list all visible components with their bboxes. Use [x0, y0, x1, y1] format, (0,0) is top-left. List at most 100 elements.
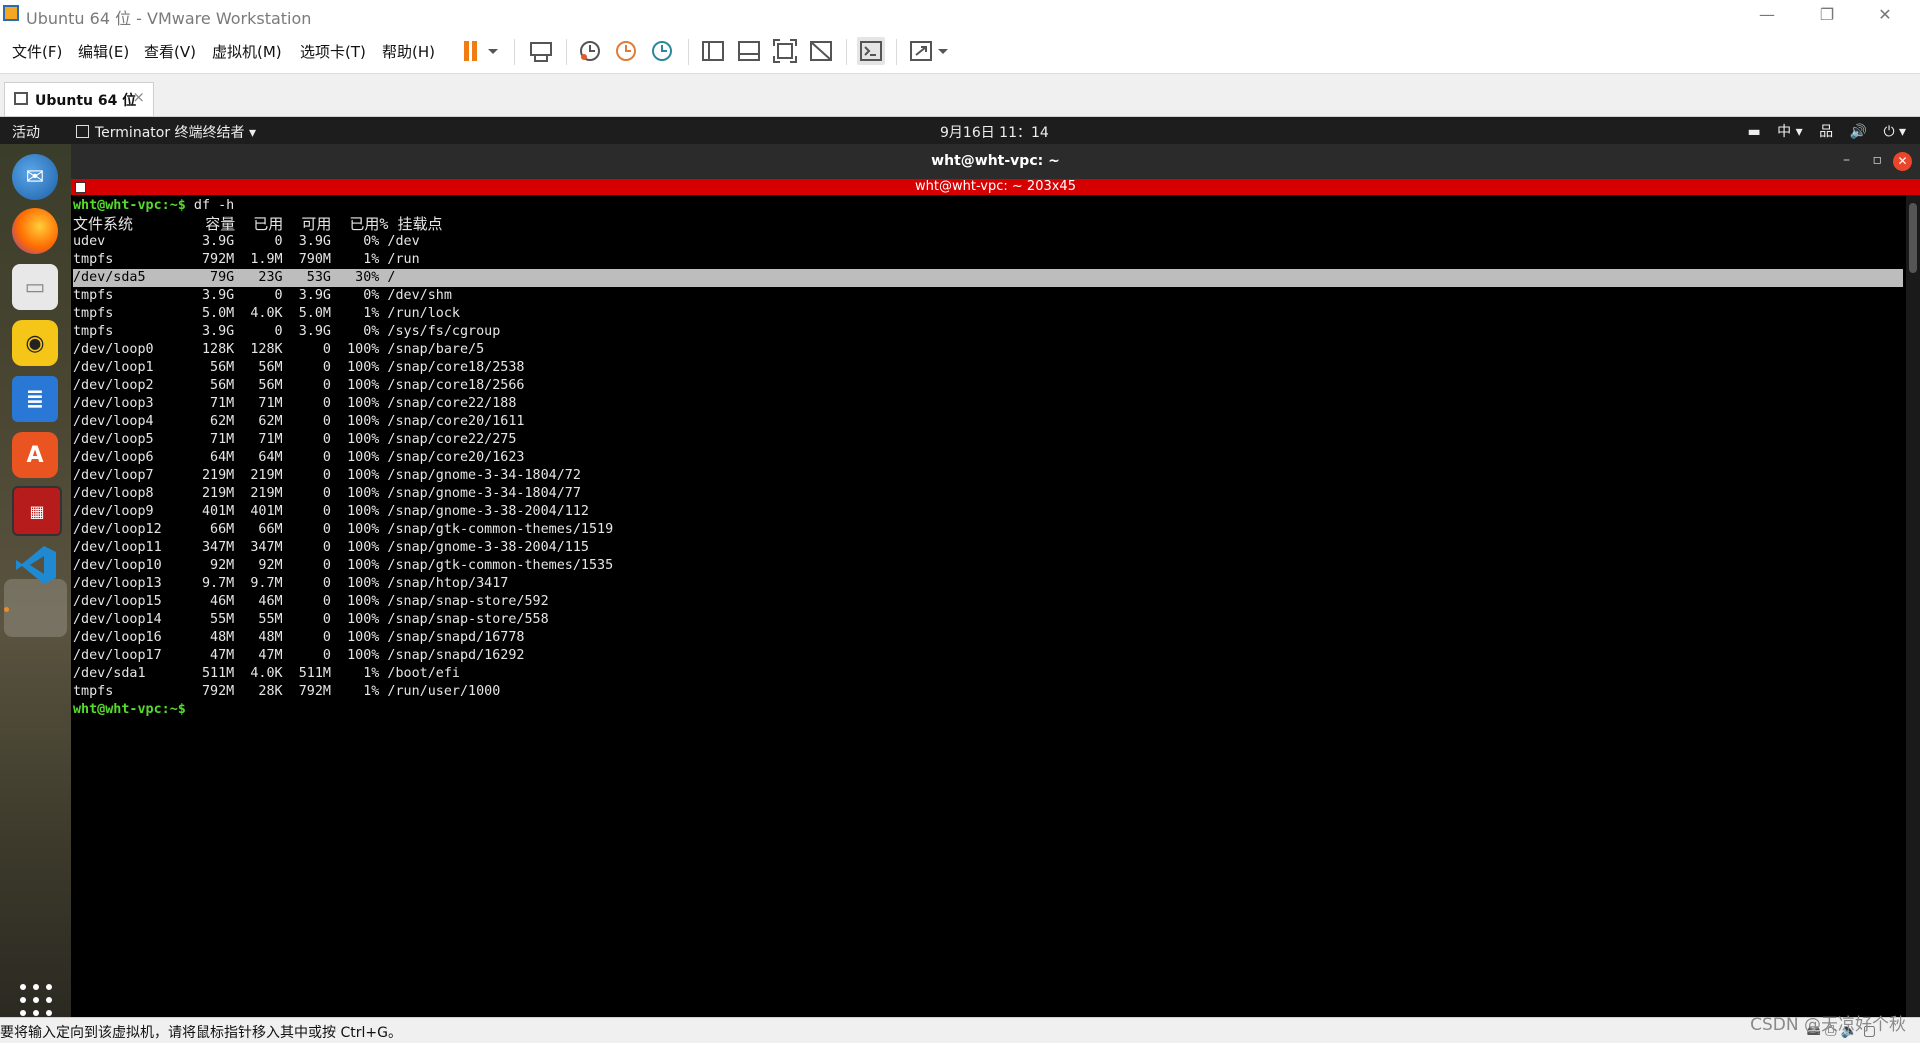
firefox-icon[interactable]: [12, 208, 58, 254]
terminal-output[interactable]: wht@wht-vpc:~$ df -h 文件系统 容量 已用 可用 已用% 挂载…: [73, 197, 1903, 1017]
df-row: /dev/loop11 347M 347M 0 100% /snap/gnome…: [73, 539, 1903, 557]
df-row-text: /dev/sda1 511M 4.0K 511M 1% /boot/efi: [73, 666, 460, 681]
terminal-close-button[interactable]: ✕: [1893, 152, 1912, 171]
df-row-text: tmpfs 5.0M 4.0K 5.0M 1% /run/lock: [73, 306, 460, 321]
snapshot-icon[interactable]: [576, 37, 604, 65]
df-row: /dev/loop16 48M 48M 0 100% /snap/snapd/1…: [73, 629, 1903, 647]
df-row-text: /dev/loop0 128K 128K 0 100% /snap/bare/5: [73, 342, 485, 357]
df-row: /dev/loop13 9.7M 9.7M 0 100% /snap/htop/…: [73, 575, 1903, 593]
df-row: /dev/loop5 71M 71M 0 100% /snap/core22/2…: [73, 431, 1903, 449]
clock[interactable]: 9月16日 11：14: [940, 122, 1049, 142]
df-row: /dev/loop3 71M 71M 0 100% /snap/core22/1…: [73, 395, 1903, 413]
fullscreen-icon[interactable]: [771, 37, 799, 65]
terminator-window[interactable]: wht@wht-vpc: ~ – ▫ ✕ wht@wht-vpc: ~ 203x…: [71, 144, 1920, 1017]
guest-display[interactable]: 活动 Terminator 终端终结者 ▾ 9月16日 11：14 ▬ 中 ▾ …: [0, 117, 1920, 1017]
df-row: /dev/loop2 56M 56M 0 100% /snap/core18/2…: [73, 377, 1903, 395]
df-row-text: /dev/loop11 347M 347M 0 100% /snap/gnome…: [73, 540, 589, 555]
tab-close-icon[interactable]: ×: [132, 88, 145, 106]
network-icon[interactable]: 品: [1819, 124, 1833, 140]
df-row-text: /dev/loop12 66M 66M 0 100% /snap/gtk-com…: [73, 522, 614, 537]
revert-snapshot-icon[interactable]: [612, 37, 640, 65]
vm-icon: [14, 92, 28, 105]
restore-button[interactable]: ❐: [1804, 0, 1850, 29]
menu-help[interactable]: 帮助(H): [382, 41, 435, 62]
df-row-text: /dev/loop15 46M 46M 0 100% /snap/snap-st…: [73, 594, 549, 609]
menu-tabs[interactable]: 选项卡(T): [300, 41, 366, 62]
shell-prompt: wht@wht-vpc:~$: [73, 702, 186, 717]
df-row-text: /dev/loop1 56M 56M 0 100% /snap/core18/2…: [73, 360, 525, 375]
df-row-text: /dev/loop6 64M 64M 0 100% /snap/core20/1…: [73, 450, 525, 465]
vmware-logo-icon: [3, 5, 19, 21]
status-message: 要将输入定向到该虚拟机，请将鼠标指针移入其中或按 Ctrl+G。: [0, 1025, 402, 1041]
shell-prompt: wht@wht-vpc:~$: [73, 198, 186, 213]
software-center-icon[interactable]: A: [12, 432, 58, 478]
vm-tabstrip: Ubuntu 64 位 ×: [0, 74, 1920, 117]
send-ctrl-alt-del-icon[interactable]: [527, 37, 555, 65]
final-prompt-line: wht@wht-vpc:~$: [73, 701, 1903, 719]
snapshot-manager-icon[interactable]: [648, 37, 676, 65]
menu-file[interactable]: 文件(F): [12, 41, 62, 62]
pause-icon[interactable]: [460, 37, 500, 65]
terminal-scrollbar[interactable]: [1906, 195, 1920, 1017]
running-indicator: [4, 607, 9, 612]
writer-icon[interactable]: ≣: [12, 376, 58, 422]
input-method-indicator[interactable]: 中 ▾: [1777, 124, 1802, 140]
df-row-text: /dev/loop5 71M 71M 0 100% /snap/core22/2…: [73, 432, 517, 447]
show-apps-grid-icon[interactable]: [20, 984, 52, 1016]
df-row: /dev/loop15 46M 46M 0 100% /snap/snap-st…: [73, 593, 1903, 611]
df-row-text: /dev/loop10 92M 92M 0 100% /snap/gtk-com…: [73, 558, 614, 573]
df-row: /dev/sda1 511M 4.0K 511M 1% /boot/efi: [73, 665, 1903, 683]
menu-toolbar: 文件(F) 编辑(E) 查看(V) 虚拟机(M) 选项卡(T) 帮助(H): [0, 29, 1920, 74]
df-row-text: /dev/loop13 9.7M 9.7M 0 100% /snap/htop/…: [73, 576, 509, 591]
scrollbar-thumb[interactable]: [1909, 203, 1917, 273]
keyboard-icon[interactable]: ▬: [1747, 124, 1760, 140]
window-title: Ubuntu 64 位 - VMware Workstation: [26, 9, 312, 28]
df-row: /dev/loop8 219M 219M 0 100% /snap/gnome-…: [73, 485, 1903, 503]
vscode-icon[interactable]: [12, 542, 58, 588]
thumbnail-bar-icon[interactable]: [735, 37, 763, 65]
stretch-icon[interactable]: [907, 37, 951, 65]
system-tray[interactable]: ▬ 中 ▾ 品 🔊 ⏻ ▾: [1735, 121, 1906, 141]
df-row: /dev/loop17 47M 47M 0 100% /snap/snapd/1…: [73, 647, 1903, 665]
thunderbird-icon[interactable]: ✉: [12, 154, 58, 200]
console-view-icon[interactable]: [857, 37, 885, 65]
volume-icon[interactable]: 🔊: [1850, 124, 1867, 140]
df-row-text: tmpfs 3.9G 0 3.9G 0% /sys/fs/cgroup: [73, 324, 501, 339]
terminal-tab-title: wht@wht-vpc: ~ 203x45: [915, 179, 1076, 194]
df-row: /dev/loop9 401M 401M 0 100% /snap/gnome-…: [73, 503, 1903, 521]
df-row: tmpfs 3.9G 0 3.9G 0% /sys/fs/cgroup: [73, 323, 1903, 341]
close-button[interactable]: ✕: [1862, 0, 1908, 29]
df-row: /dev/loop4 62M 62M 0 100% /snap/core20/1…: [73, 413, 1903, 431]
df-row-text: /dev/loop16 48M 48M 0 100% /snap/snapd/1…: [73, 630, 525, 645]
app-menu[interactable]: Terminator 终端终结者 ▾: [76, 122, 256, 142]
minimize-button[interactable]: —: [1744, 0, 1790, 29]
terminal-maximize-button[interactable]: ▫: [1873, 152, 1883, 168]
unity-icon[interactable]: [807, 37, 835, 65]
df-row-text: /dev/loop3 71M 71M 0 100% /snap/core22/1…: [73, 396, 517, 411]
app-menu-label: Terminator 终端终结者 ▾: [95, 125, 257, 141]
menu-edit[interactable]: 编辑(E): [78, 41, 129, 62]
sidebar-icon[interactable]: [699, 37, 727, 65]
df-header-row: 文件系统 容量 已用 可用 已用% 挂载点: [73, 215, 1903, 233]
df-row: /dev/loop14 55M 55M 0 100% /snap/snap-st…: [73, 611, 1903, 629]
df-row: /dev/loop10 92M 92M 0 100% /snap/gtk-com…: [73, 557, 1903, 575]
menu-vm[interactable]: 虚拟机(M): [212, 41, 282, 62]
rhythmbox-icon[interactable]: ◉: [12, 320, 58, 366]
df-row-text: /dev/loop14 55M 55M 0 100% /snap/snap-st…: [73, 612, 549, 627]
df-row: /dev/loop7 219M 219M 0 100% /snap/gnome-…: [73, 467, 1903, 485]
df-row-text: /dev/loop4 62M 62M 0 100% /snap/core20/1…: [73, 414, 525, 429]
files-icon[interactable]: ▭: [12, 264, 58, 310]
df-row-text: /dev/sda5 79G 23G 53G 30% /: [73, 270, 396, 285]
command-text: df -h: [185, 198, 235, 213]
df-row-text: /dev/loop9 401M 401M 0 100% /snap/gnome-…: [73, 504, 589, 519]
power-icon[interactable]: ⏻ ▾: [1883, 124, 1906, 140]
command-line: wht@wht-vpc:~$ df -h: [73, 197, 1903, 215]
terminal-minimize-button[interactable]: –: [1843, 152, 1850, 168]
menu-view[interactable]: 查看(V): [144, 41, 196, 62]
activities-button[interactable]: 活动: [12, 122, 40, 142]
tab-ubuntu-vm[interactable]: Ubuntu 64 位 ×: [4, 82, 154, 116]
df-row-text: /dev/loop7 219M 219M 0 100% /snap/gnome-…: [73, 468, 581, 483]
df-row-text: tmpfs 792M 28K 792M 1% /run/user/1000: [73, 684, 501, 699]
tab-label: Ubuntu 64 位: [35, 93, 137, 109]
terminator-icon[interactable]: ▦: [12, 486, 62, 536]
